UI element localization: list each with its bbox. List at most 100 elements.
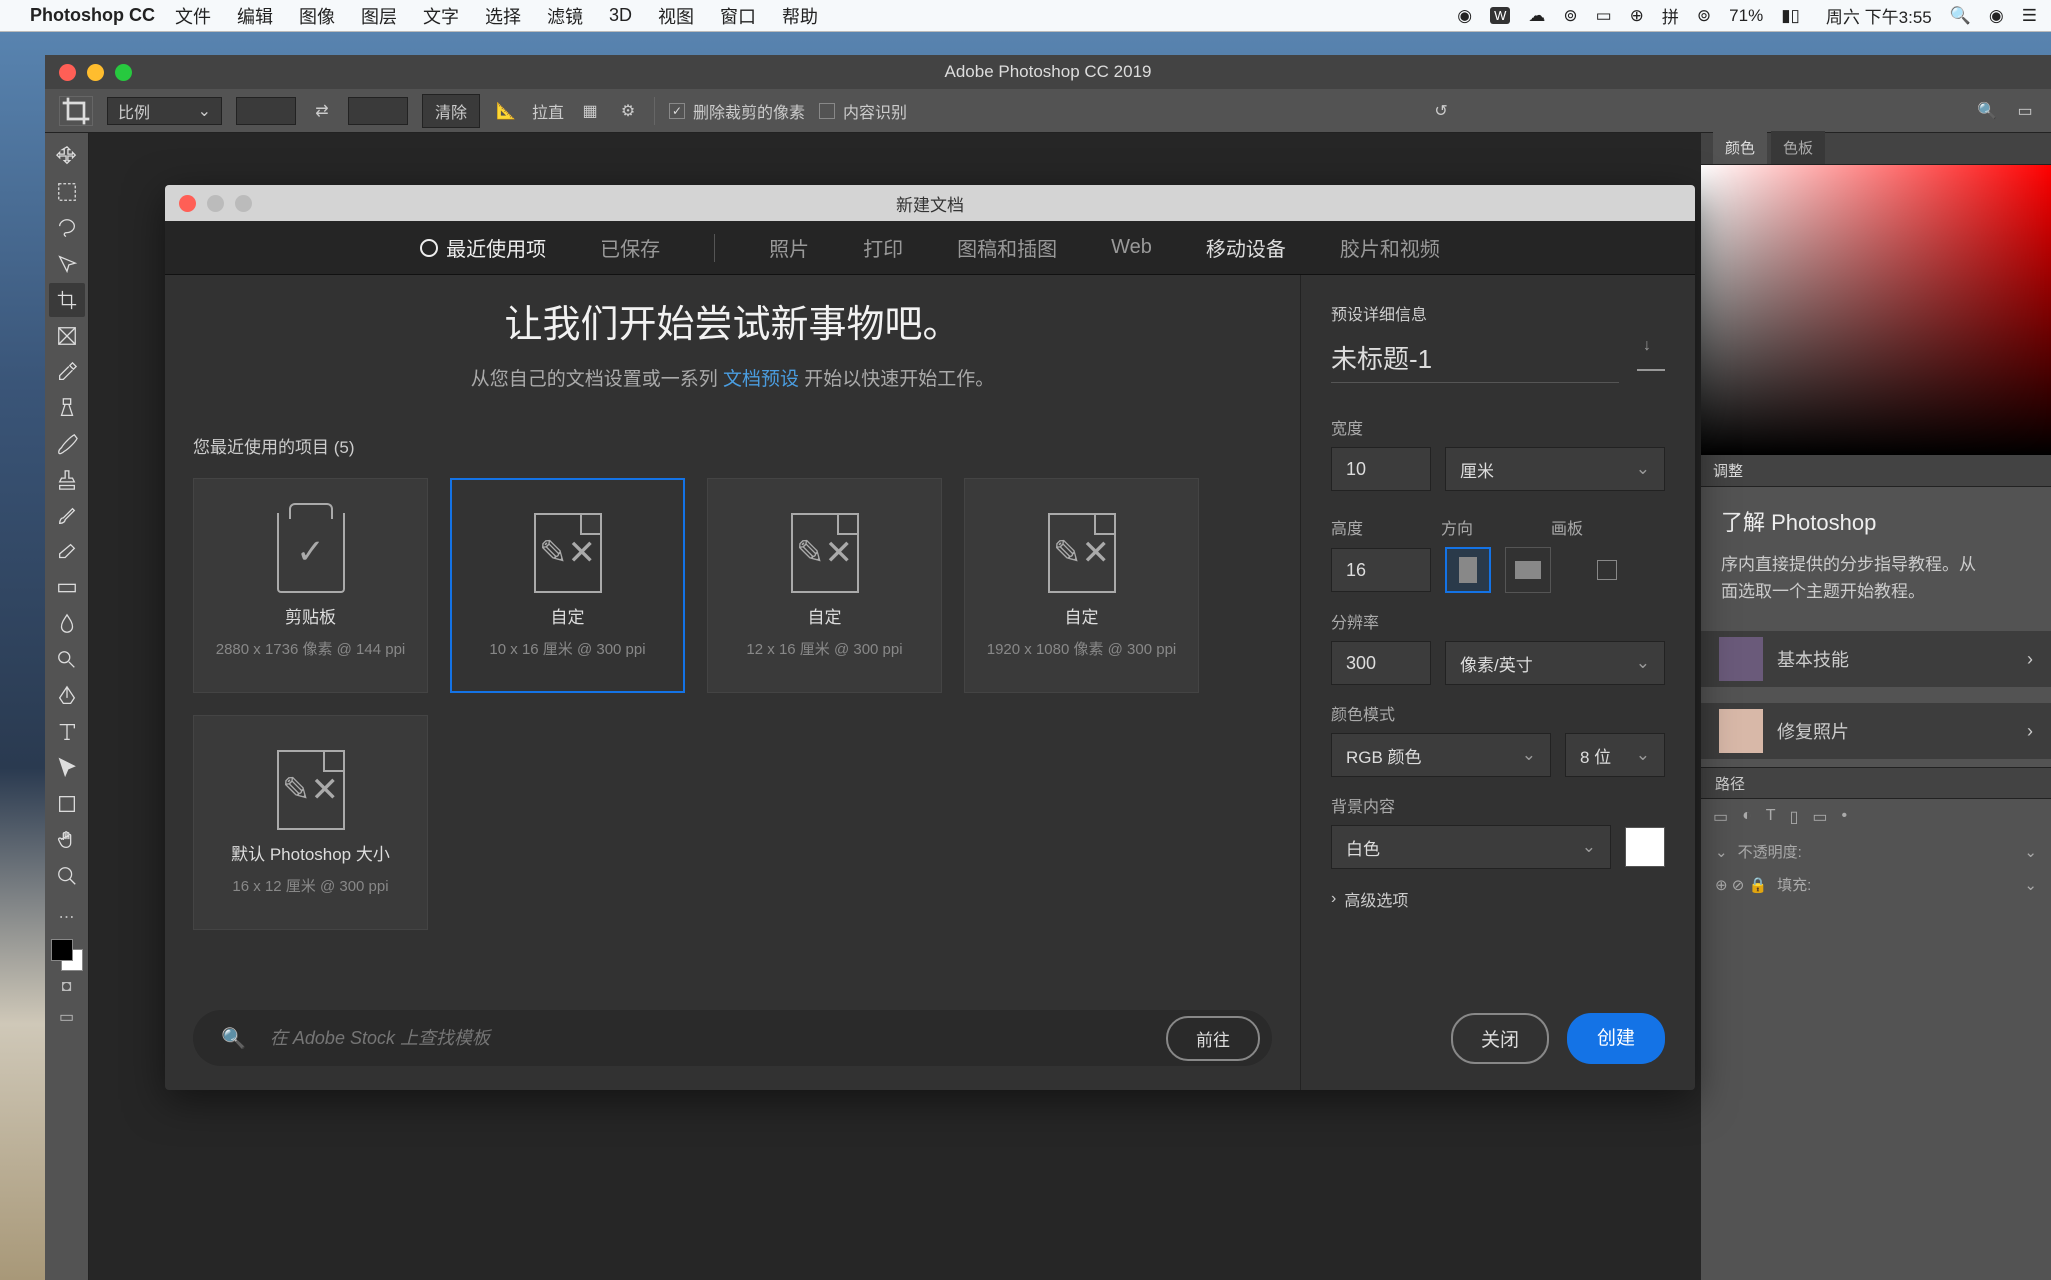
tab-recent[interactable]: 最近使用项 [420,233,546,262]
resolution-unit-select[interactable]: 像素/英寸⌄ [1445,641,1665,685]
orientation-landscape[interactable] [1505,547,1551,593]
swatches-panel-tab[interactable]: 色板 [1771,131,1825,164]
quickmask-icon[interactable]: ◘ [49,973,85,1001]
app-name[interactable]: Photoshop CC [30,5,155,26]
preset-card-0[interactable]: ✓剪贴板2880 x 1736 像素 @ 144 ppi [193,478,428,693]
menu-file[interactable]: 文件 [175,3,211,29]
crop-tool[interactable] [49,283,85,317]
foreground-background-colors[interactable] [51,939,83,971]
tutorial-fix-photos[interactable]: 修复照片 › [1701,703,2051,759]
menu-3d[interactable]: 3D [609,5,632,26]
menu-view[interactable]: 视图 [658,3,694,29]
minimize-window-button[interactable] [87,64,104,81]
preset-card-3[interactable]: ✎✕自定1920 x 1080 像素 @ 300 ppi [964,478,1199,693]
path-select-tool[interactable] [49,751,85,785]
eraser-tool[interactable] [49,535,85,569]
zoom-tool[interactable] [49,859,85,893]
clock[interactable]: 周六 下午3:55 [1826,3,1932,28]
wechat-icon[interactable]: ◉ [1457,6,1472,26]
move-tool[interactable] [49,139,85,173]
tab-photo[interactable]: 照片 [769,233,809,262]
preset-card-4[interactable]: ✎✕默认 Photoshop 大小16 x 12 厘米 @ 300 ppi [193,715,428,930]
go-button[interactable]: 前往 [1166,1016,1260,1061]
height-input[interactable]: 16 [1331,548,1431,592]
doc-presets-link[interactable]: 文档预设 [723,369,799,390]
sync-icon[interactable]: ⊕ [1630,6,1644,26]
menu-edit[interactable]: 编辑 [237,3,273,29]
unit-select[interactable]: 厘米⌄ [1445,447,1665,491]
create-button[interactable]: 创建 [1567,1013,1665,1064]
clear-button[interactable]: 清除 [422,94,480,128]
menu-type[interactable]: 文字 [423,3,459,29]
type-prop-icon[interactable]: T [1766,807,1776,827]
healing-tool[interactable] [49,391,85,425]
preset-card-2[interactable]: ✎✕自定12 x 16 厘米 @ 300 ppi [707,478,942,693]
battery-icon[interactable]: ▮▯ [1781,6,1800,26]
wifi-icon[interactable]: ⊚ [1697,6,1711,26]
tab-mobile[interactable]: 移动设备 [1206,233,1286,262]
history-brush-tool[interactable] [49,499,85,533]
display-icon[interactable]: ▭ [1596,6,1612,26]
tab-saved[interactable]: 已保存 [600,233,660,262]
menu-select[interactable]: 选择 [485,3,521,29]
color-picker[interactable] [1701,165,2051,455]
spotlight-icon[interactable]: 🔍 [1950,6,1971,26]
straighten-label[interactable]: 拉直 [532,99,564,123]
orientation-portrait[interactable] [1445,547,1491,593]
menu-help[interactable]: 帮助 [782,3,818,29]
cc-icon[interactable]: ⊚ [1563,6,1577,26]
eyedropper-tool[interactable] [49,355,85,389]
layer-thumb-icon[interactable]: ▭ [1713,807,1728,827]
crop-tool-icon[interactable] [59,96,93,126]
paths-panel-tab[interactable]: 路径 [1701,767,2051,799]
char-icon[interactable]: ▯ [1790,807,1799,827]
close-button[interactable]: 关闭 [1451,1013,1549,1064]
color-panel-tab[interactable]: 颜色 [1713,131,1767,164]
gear-icon[interactable]: ⚙ [616,99,640,123]
lasso-tool[interactable] [49,211,85,245]
menu-filter[interactable]: 滤镜 [547,3,583,29]
artboard-checkbox[interactable] [1597,560,1617,580]
document-name-field[interactable]: 未标题-1 [1331,339,1619,383]
quick-select-tool[interactable] [49,247,85,281]
tab-art[interactable]: 图稿和插图 [957,233,1057,262]
gradient-tool[interactable] [49,571,85,605]
tab-web[interactable]: Web [1111,236,1152,259]
delete-cropped-checkbox[interactable]: ✓删除裁剪的像素 [669,99,805,123]
tab-film[interactable]: 胶片和视频 [1340,233,1440,262]
brush-tool[interactable] [49,427,85,461]
frame-tool[interactable] [49,319,85,353]
advanced-options-toggle[interactable]: ›高级选项 [1331,887,1665,911]
stamp-tool[interactable] [49,463,85,497]
grid-icon[interactable]: ▦ [578,99,602,123]
preset-card-1[interactable]: ✎✕自定10 x 16 厘米 @ 300 ppi [450,478,685,693]
bit-depth-select[interactable]: 8 位⌄ [1565,733,1665,777]
color-mode-select[interactable]: RGB 颜色⌄ [1331,733,1551,777]
dodge-tool[interactable] [49,643,85,677]
crop-height-field[interactable] [348,97,408,125]
crop-width-field[interactable] [236,97,296,125]
menu-window[interactable]: 窗口 [720,3,756,29]
type-tool[interactable] [49,715,85,749]
lock-icons[interactable]: ⊕ ⊘ 🔒 [1715,876,1767,894]
tab-print[interactable]: 打印 [863,233,903,262]
menu-image[interactable]: 图像 [299,3,335,29]
background-select[interactable]: 白色⌄ [1331,825,1611,869]
hand-tool[interactable] [49,823,85,857]
swap-icon[interactable]: ⇄ [310,99,334,123]
reset-icon[interactable]: ↺ [1429,99,1453,123]
maximize-window-button[interactable] [115,64,132,81]
screenmode-icon[interactable]: ▭ [49,1003,85,1031]
width-input[interactable]: 10 [1331,447,1431,491]
background-swatch[interactable] [1625,827,1665,867]
battery-percent[interactable]: 71% [1729,6,1763,26]
input-method[interactable]: 拼 [1662,3,1679,28]
wps-icon[interactable]: W [1490,7,1510,24]
stock-search-input[interactable] [270,1028,1142,1049]
menu-layer[interactable]: 图层 [361,3,397,29]
straighten-icon[interactable]: 📐 [494,99,518,123]
mask-icon[interactable]: ◐ [1742,807,1752,827]
search-icon[interactable]: 🔍 [1975,99,1999,123]
resolution-input[interactable]: 300 [1331,641,1431,685]
para-icon[interactable]: ▭ [1812,807,1827,827]
